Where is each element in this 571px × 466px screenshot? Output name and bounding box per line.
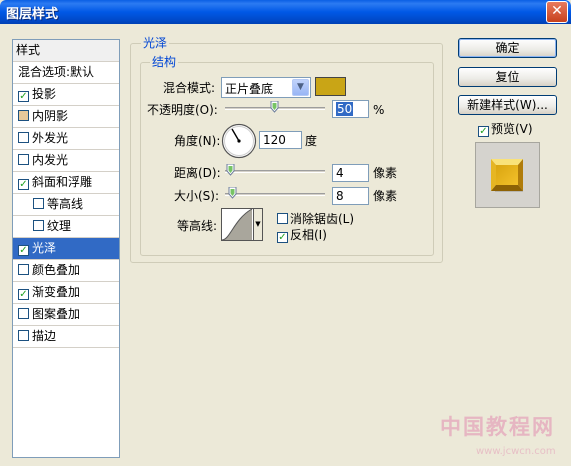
structure-group-title: 结构 bbox=[150, 55, 179, 69]
style-item-inner-glow[interactable]: 内发光 bbox=[13, 150, 119, 172]
opacity-unit: % bbox=[373, 103, 385, 117]
style-item-color-overlay[interactable]: 颜色叠加 bbox=[13, 260, 119, 282]
blend-mode-label: 混合模式: bbox=[163, 81, 216, 95]
style-item-drop-shadow[interactable]: ✓ 投影 bbox=[13, 84, 119, 106]
style-list-header[interactable]: 样式 bbox=[13, 40, 119, 62]
opacity-slider-thumb[interactable] bbox=[270, 101, 279, 113]
watermark-url: www.jcwcn.com bbox=[476, 446, 556, 457]
close-button[interactable]: ✕ bbox=[546, 1, 568, 23]
inner-shadow-checkbox[interactable] bbox=[18, 110, 29, 121]
size-label: 大小(S): bbox=[174, 189, 220, 203]
style-item-inner-shadow[interactable]: 内阴影 bbox=[13, 106, 119, 128]
blend-mode-value: 正片叠底 bbox=[225, 82, 274, 96]
preview-option[interactable]: ✓ 预览(V) bbox=[478, 121, 533, 137]
style-item-outer-glow[interactable]: 外发光 bbox=[13, 128, 119, 150]
close-icon: ✕ bbox=[551, 3, 563, 19]
window-title: 图层样式 bbox=[6, 7, 59, 22]
contour-checkbox[interactable] bbox=[33, 198, 44, 209]
reset-button[interactable]: 复位 bbox=[458, 67, 557, 87]
distance-unit: 像素 bbox=[373, 166, 398, 180]
size-slider-track[interactable] bbox=[225, 193, 325, 196]
size-input[interactable]: 8 bbox=[332, 187, 369, 205]
size-slider-thumb[interactable] bbox=[228, 187, 237, 199]
contour-dropdown-icon[interactable]: ▼ bbox=[253, 209, 262, 240]
style-item-texture[interactable]: 纹理 bbox=[13, 216, 119, 238]
blend-color-swatch[interactable] bbox=[315, 77, 346, 96]
angle-unit: 度 bbox=[305, 134, 318, 148]
watermark-logo: 中国教程网 bbox=[440, 414, 555, 439]
invert-checkbox[interactable]: ✓ bbox=[277, 232, 288, 243]
style-preview-thumbnail bbox=[491, 159, 523, 192]
texture-checkbox[interactable] bbox=[33, 220, 44, 231]
distance-slider-track[interactable] bbox=[225, 170, 325, 173]
satin-checkbox[interactable]: ✓ bbox=[18, 245, 29, 256]
distance-input[interactable]: 4 bbox=[332, 164, 369, 182]
antialias-option[interactable]: 消除锯齿(L) bbox=[277, 211, 354, 227]
size-unit: 像素 bbox=[373, 189, 398, 203]
preview-label: 预览(V) bbox=[491, 122, 533, 136]
stroke-checkbox[interactable] bbox=[18, 330, 29, 341]
blend-options-item[interactable]: 混合选项:默认 bbox=[13, 62, 119, 84]
opacity-label: 不透明度(O): bbox=[147, 103, 218, 117]
style-item-satin[interactable]: ✓ 光泽 bbox=[13, 238, 119, 260]
ok-button[interactable]: 确定 bbox=[458, 38, 557, 58]
style-item-pattern-overlay[interactable]: 图案叠加 bbox=[13, 304, 119, 326]
blend-mode-select[interactable]: 正片叠底 ▼ bbox=[221, 77, 311, 98]
contour-curve-icon bbox=[222, 209, 253, 240]
style-item-contour[interactable]: 等高线 bbox=[13, 194, 119, 216]
outer-glow-checkbox[interactable] bbox=[18, 132, 29, 143]
bevel-emboss-checkbox[interactable]: ✓ bbox=[18, 179, 29, 190]
angle-label: 角度(N): bbox=[174, 134, 221, 148]
chevron-down-icon: ▼ bbox=[292, 79, 309, 96]
style-list: 样式 混合选项:默认 ✓ 投影 内阴影 外发光 内发光 ✓ 斜面和浮雕 等高线 纹理… bbox=[12, 39, 120, 458]
style-item-bevel-emboss[interactable]: ✓ 斜面和浮雕 bbox=[13, 172, 119, 194]
antialias-checkbox[interactable] bbox=[277, 213, 288, 224]
angle-dial[interactable] bbox=[221, 123, 257, 162]
preview-checkbox[interactable]: ✓ bbox=[478, 126, 489, 137]
contour-label: 等高线: bbox=[177, 219, 218, 233]
satin-group-title: 光泽 bbox=[141, 36, 170, 50]
invert-option[interactable]: ✓ 反相(I) bbox=[277, 227, 327, 243]
distance-label: 距离(D): bbox=[174, 166, 221, 180]
distance-slider-thumb[interactable] bbox=[226, 164, 235, 176]
new-style-button[interactable]: 新建样式(W)... bbox=[458, 95, 557, 115]
invert-label: 反相(I) bbox=[290, 228, 327, 242]
gradient-overlay-checkbox[interactable]: ✓ bbox=[18, 289, 29, 300]
angle-input[interactable]: 120 bbox=[259, 131, 302, 149]
style-item-gradient-overlay[interactable]: ✓ 渐变叠加 bbox=[13, 282, 119, 304]
opacity-input[interactable]: 50 bbox=[332, 100, 369, 118]
pattern-overlay-checkbox[interactable] bbox=[18, 308, 29, 319]
inner-glow-checkbox[interactable] bbox=[18, 154, 29, 165]
drop-shadow-checkbox[interactable]: ✓ bbox=[18, 91, 29, 102]
antialias-label: 消除锯齿(L) bbox=[290, 212, 355, 226]
title-bar[interactable]: 图层样式 ✕ bbox=[0, 0, 571, 24]
style-item-stroke[interactable]: 描边 bbox=[13, 326, 119, 348]
style-preview bbox=[475, 142, 540, 208]
contour-picker[interactable]: ▼ bbox=[221, 208, 263, 241]
color-overlay-checkbox[interactable] bbox=[18, 264, 29, 275]
